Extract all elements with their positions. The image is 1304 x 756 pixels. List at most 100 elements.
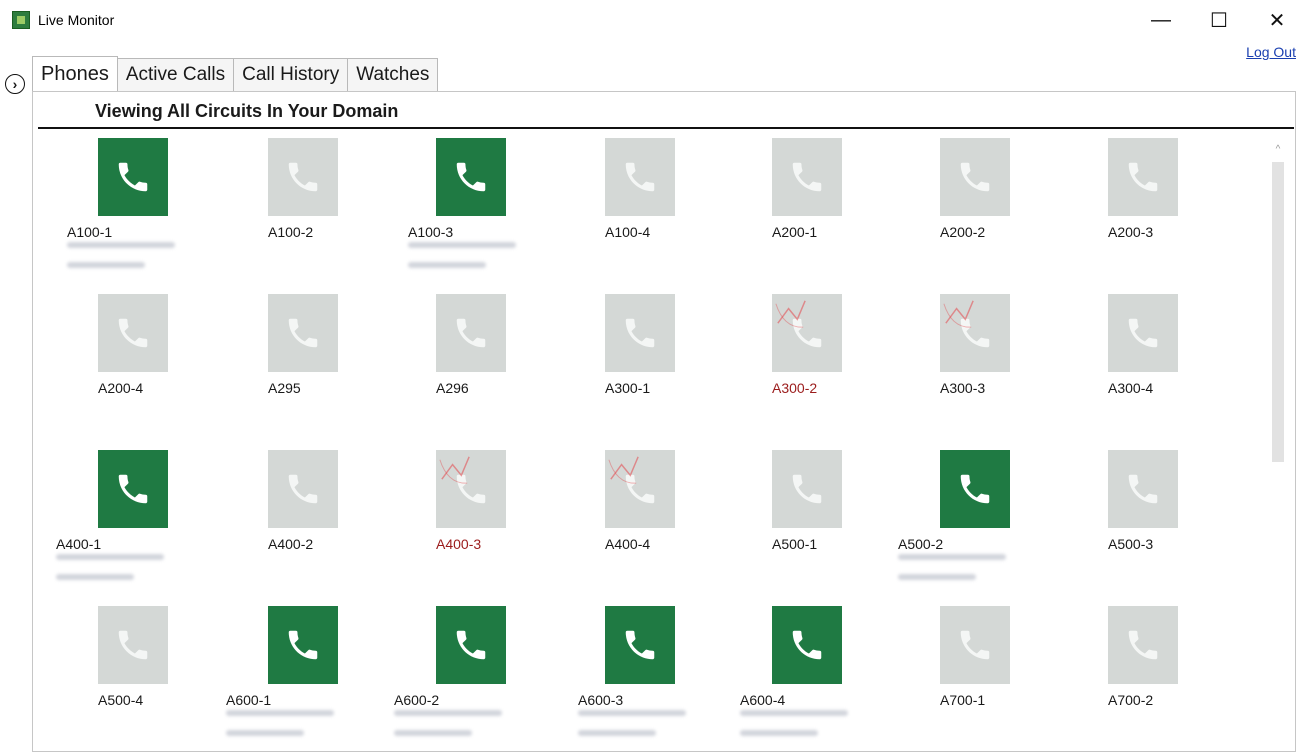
red-annotation-scribble (943, 300, 974, 328)
phone-tile[interactable]: A400-1 (56, 450, 278, 600)
phone-handset-icon (792, 162, 822, 192)
phone-handset-icon (1128, 162, 1158, 192)
redacted-caller-info (740, 710, 848, 716)
phone-tile[interactable]: A200-4 (98, 294, 278, 444)
phone-tile[interactable]: A700-1 (940, 606, 1120, 756)
phone-tile[interactable]: A300-3 (940, 294, 1120, 444)
phone-status-icon[interactable] (98, 138, 168, 216)
vertical-scrollbar[interactable]: ^ (1270, 144, 1286, 744)
phone-extension-label: A100-3 (408, 224, 454, 240)
phone-status-icon[interactable] (772, 606, 842, 684)
phone-status-icon[interactable] (268, 606, 338, 684)
phone-status-icon[interactable] (605, 450, 675, 528)
phone-status-icon[interactable] (268, 450, 338, 528)
phone-status-icon[interactable] (772, 450, 842, 528)
phone-extension-label: A700-1 (940, 692, 986, 708)
close-button[interactable]: ✕ (1254, 4, 1300, 36)
phone-handset-icon (1128, 318, 1158, 348)
phone-handset-icon (118, 474, 148, 504)
phone-tile[interactable]: A300-4 (1108, 294, 1288, 444)
phone-tile[interactable]: A296 (436, 294, 616, 444)
phone-tile[interactable]: A600-4 (740, 606, 952, 756)
phone-extension-label: A500-2 (898, 536, 944, 552)
phone-status-icon[interactable] (605, 606, 675, 684)
phone-status-icon[interactable] (940, 606, 1010, 684)
phone-extension-label: A600-2 (394, 692, 440, 708)
chevron-right-icon[interactable]: › (5, 74, 25, 94)
scroll-thumb[interactable] (1272, 162, 1284, 462)
phone-extension-label: A200-4 (98, 380, 144, 396)
phone-tile[interactable]: A100-4 (605, 138, 785, 288)
scroll-up-arrow-icon[interactable]: ^ (1270, 144, 1286, 156)
phone-handset-icon (792, 474, 822, 504)
phone-handset-icon (118, 318, 148, 348)
phone-status-icon[interactable] (940, 294, 1010, 372)
phone-tile[interactable]: A200-3 (1108, 138, 1288, 288)
phone-status-icon[interactable] (772, 138, 842, 216)
phone-status-icon[interactable] (940, 138, 1010, 216)
phone-extension-label: A600-1 (226, 692, 272, 708)
tab-watches[interactable]: Watches (347, 58, 439, 91)
phone-status-icon[interactable] (1108, 294, 1178, 372)
tab-call-history[interactable]: Call History (233, 58, 349, 91)
phone-extension-label: A500-3 (1108, 536, 1154, 552)
maximize-button[interactable]: ☐ (1196, 4, 1242, 36)
heading-divider (38, 127, 1294, 129)
phone-status-icon[interactable] (605, 138, 675, 216)
phone-tile[interactable]: A300-2 (772, 294, 952, 444)
phone-extension-label: A300-3 (940, 380, 986, 396)
phone-tile[interactable]: A400-2 (268, 450, 448, 600)
phone-tile[interactable]: A500-3 (1108, 450, 1288, 600)
window-title: Live Monitor (38, 12, 115, 28)
tab-bar: Phones Active Calls Call History Watches (32, 56, 439, 91)
phone-extension-label: A400-3 (436, 536, 482, 552)
redacted-caller-info (56, 574, 134, 580)
redacted-caller-info (56, 554, 164, 560)
phone-tile[interactable]: A295 (268, 294, 448, 444)
phone-handset-icon (1128, 474, 1158, 504)
phone-status-icon[interactable] (436, 138, 506, 216)
redacted-caller-info (408, 242, 516, 248)
phone-tile[interactable]: A300-1 (605, 294, 785, 444)
phone-handset-icon (288, 474, 318, 504)
phone-status-icon[interactable] (772, 294, 842, 372)
phone-tile[interactable]: A200-1 (772, 138, 952, 288)
phone-tile[interactable]: A400-4 (605, 450, 785, 600)
phone-status-icon[interactable] (436, 294, 506, 372)
phone-tile[interactable]: A500-2 (898, 450, 1120, 600)
phone-status-icon[interactable] (98, 294, 168, 372)
phone-handset-icon (118, 162, 148, 192)
phone-status-icon[interactable] (1108, 138, 1178, 216)
phone-extension-label: A100-1 (67, 224, 113, 240)
phone-status-icon[interactable] (605, 294, 675, 372)
redacted-caller-info (67, 262, 145, 268)
phone-tile[interactable]: A400-3 (436, 450, 616, 600)
phone-status-icon[interactable] (436, 606, 506, 684)
phone-status-icon[interactable] (98, 606, 168, 684)
redacted-caller-info (408, 262, 486, 268)
tab-phones[interactable]: Phones (32, 56, 118, 91)
phone-status-icon[interactable] (1108, 450, 1178, 528)
tab-active-calls[interactable]: Active Calls (116, 58, 235, 91)
redacted-caller-info (226, 710, 334, 716)
phone-tile[interactable]: A100-1 (67, 138, 278, 288)
phone-handset-icon (960, 474, 990, 504)
phone-status-icon[interactable] (436, 450, 506, 528)
phone-tile[interactable]: A700-2 (1108, 606, 1288, 756)
phone-extension-label: A400-4 (605, 536, 651, 552)
phone-status-icon[interactable] (940, 450, 1010, 528)
phone-status-icon[interactable] (268, 138, 338, 216)
phone-status-icon[interactable] (268, 294, 338, 372)
phone-handset-icon (792, 630, 822, 660)
phone-tile[interactable]: A100-3 (408, 138, 616, 288)
phone-handset-icon (960, 630, 990, 660)
minimize-button[interactable]: — (1138, 4, 1184, 36)
phone-status-icon[interactable] (98, 450, 168, 528)
phone-extension-label: A300-4 (1108, 380, 1154, 396)
phone-extension-label: A400-2 (268, 536, 314, 552)
logout-link[interactable]: Log Out (1246, 44, 1296, 60)
red-annotation-scribble (608, 456, 639, 484)
phone-status-icon[interactable] (1108, 606, 1178, 684)
phone-tile[interactable]: A200-2 (940, 138, 1120, 288)
phone-extension-label: A300-1 (605, 380, 651, 396)
